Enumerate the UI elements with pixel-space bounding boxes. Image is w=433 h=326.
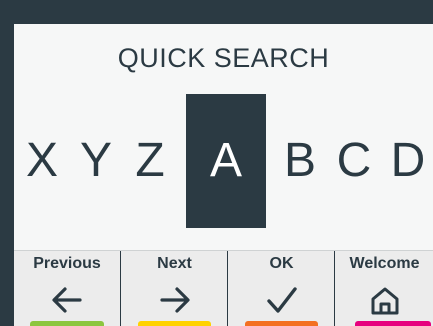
ok-color-bar xyxy=(245,321,318,326)
previous-color-bar xyxy=(30,321,104,326)
welcome-label: Welcome xyxy=(349,255,420,272)
softkey-bar: Previous Next OK Welcome xyxy=(14,250,433,326)
display-screen: QUICK SEARCH X Y Z A B C D Previous Next xyxy=(14,24,433,326)
next-color-bar xyxy=(138,321,211,326)
next-label: Next xyxy=(157,255,192,272)
next-button[interactable]: Next xyxy=(120,251,228,326)
letter-option[interactable]: Y xyxy=(76,94,116,228)
letter-carousel[interactable]: X Y Z A B C D xyxy=(14,94,433,228)
previous-button[interactable]: Previous xyxy=(14,251,120,326)
device-frame: QUICK SEARCH X Y Z A B C D Previous Next xyxy=(0,0,433,326)
ok-label: OK xyxy=(269,255,294,272)
home-icon xyxy=(371,287,398,315)
letter-option[interactable]: C xyxy=(334,94,374,228)
letter-option[interactable]: D xyxy=(388,94,428,228)
letter-option[interactable]: Z xyxy=(130,94,170,228)
page-title: QUICK SEARCH xyxy=(117,43,330,73)
selected-letter[interactable]: A xyxy=(186,94,266,228)
checkmark-icon xyxy=(266,287,297,313)
letter-option[interactable]: X xyxy=(22,94,62,228)
previous-label: Previous xyxy=(33,255,101,272)
arrow-right-icon xyxy=(159,287,190,313)
letter-option[interactable]: B xyxy=(280,94,320,228)
arrow-left-icon xyxy=(52,287,82,313)
welcome-button[interactable]: Welcome xyxy=(334,251,433,326)
welcome-color-bar xyxy=(355,321,431,326)
ok-button[interactable]: OK xyxy=(227,251,335,326)
